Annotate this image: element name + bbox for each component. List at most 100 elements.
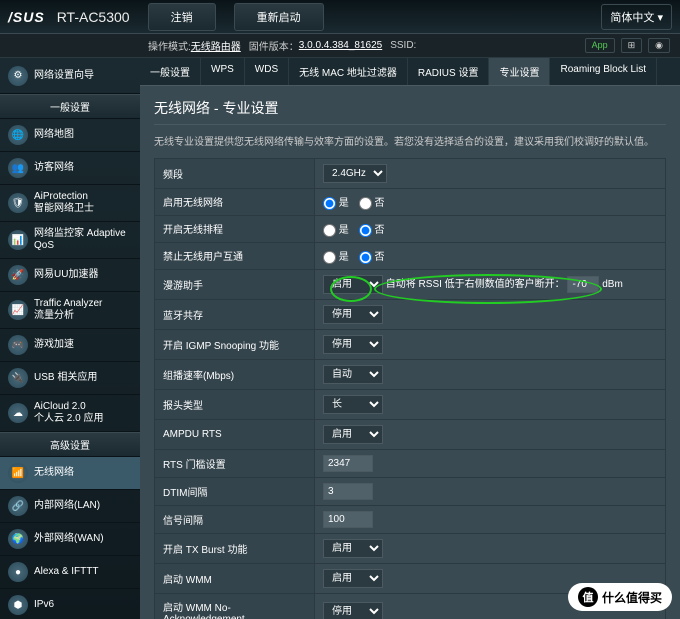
brand-logo: /SUS xyxy=(8,9,45,25)
row-label: 启动 WMM No-Acknowledgement xyxy=(155,593,315,619)
nav-label: AiProtection智能网络卫士 xyxy=(34,191,94,215)
nav-item[interactable]: ●Alexa & IFTTT xyxy=(0,556,140,589)
select-频段[interactable]: 2.4GHz xyxy=(323,164,387,183)
select-报头类型[interactable]: 长 xyxy=(323,395,383,414)
section-advanced: 高级设置 xyxy=(0,432,140,457)
reboot-button[interactable]: 重新启动 xyxy=(234,3,324,31)
wizard-item[interactable]: ⚙ 网络设置向导 xyxy=(0,58,140,94)
row-label: 蓝牙共存 xyxy=(155,299,315,329)
row-label: 启动 WMM xyxy=(155,563,315,593)
info-bar: 操作模式: 无线路由器 固件版本： 3.0.0.4.384_81625 SSID… xyxy=(0,34,680,58)
logout-button[interactable]: 注销 xyxy=(148,3,216,31)
nav-icon: 🚀 xyxy=(8,265,28,285)
watermark: 值 什么值得买 xyxy=(568,583,672,611)
nav-item[interactable]: 🌍 外部网络(WAN) xyxy=(0,523,140,556)
nav-icon: 🔗 xyxy=(8,496,28,516)
nav-item[interactable]: 🚀网易UU加速器 xyxy=(0,259,140,292)
input-RTS 门槛设置[interactable] xyxy=(323,455,373,472)
panel-title: 无线网络 - 专业设置 xyxy=(154,98,666,125)
row-value: 是 否 xyxy=(315,189,666,216)
select-启动 WMM[interactable]: 启用 xyxy=(323,569,383,588)
tab[interactable]: WDS xyxy=(245,58,289,85)
tab[interactable]: 专业设置 xyxy=(489,58,550,85)
nav-item[interactable]: 🎮 游戏加速 xyxy=(0,329,140,362)
select-启动 WMM No-Acknowledgement[interactable]: 停用 xyxy=(323,602,383,619)
roam-unit: dBm xyxy=(602,279,623,290)
row-label: 开启 TX Burst 功能 xyxy=(155,533,315,563)
nav-item[interactable]: 📈Traffic Analyzer流量分析 xyxy=(0,292,140,329)
radio-开启无线排程[interactable] xyxy=(359,224,372,237)
input-信号间隔[interactable] xyxy=(323,511,373,528)
sidebar: ⚙ 网络设置向导 一般设置 🌐 网络地图 👥访客网络🛡AiProtection智能网… xyxy=(0,58,140,619)
row-value: 启用 自动将 RSSI 低于右侧数值的客户断开： dBm xyxy=(315,269,666,299)
row-value: 停用 xyxy=(315,329,666,359)
nav-label: 网络地图 xyxy=(34,129,74,141)
nav-icon: 👥 xyxy=(8,158,28,178)
nav-item[interactable]: ☁AiCloud 2.0个人云 2.0 应用 xyxy=(0,395,140,432)
settings-table: 频段2.4GHz启用无线网络 是 否开启无线排程 是 否禁止无线用户互通 是 否… xyxy=(154,158,666,619)
row-label: 禁止无线用户互通 xyxy=(155,242,315,269)
panel-desc: 无线专业设置提供您无线网络传输与效率方面的设置。若您没有选择适合的设置，建议采用… xyxy=(154,133,666,148)
row-value: 长 xyxy=(315,389,666,419)
tab[interactable]: 一般设置 xyxy=(140,58,201,85)
wizard-label: 网络设置向导 xyxy=(34,70,94,82)
nav-label: 游戏加速 xyxy=(34,339,74,351)
nav-item[interactable]: 📊网络监控家 AdaptiveQoS xyxy=(0,222,140,259)
section-general: 一般设置 xyxy=(0,94,140,119)
tab[interactable]: 无线 MAC 地址过滤器 xyxy=(289,58,408,85)
roam-input[interactable] xyxy=(567,276,599,293)
nav-item[interactable]: 🌐 网络地图 xyxy=(0,119,140,152)
nav-icon: 🔌 xyxy=(8,368,28,388)
row-value: 停用 xyxy=(315,299,666,329)
row-label: 开启无线排程 xyxy=(155,215,315,242)
tab[interactable]: RADIUS 设置 xyxy=(408,58,490,85)
select-蓝牙共存[interactable]: 停用 xyxy=(323,305,383,324)
row-value: 是 否 xyxy=(315,215,666,242)
nav-icon: 📈 xyxy=(8,300,28,320)
select-AMPDU RTS[interactable]: 启用 xyxy=(323,425,383,444)
roam-select[interactable]: 启用 xyxy=(323,275,383,294)
row-label: DTIM间隔 xyxy=(155,477,315,505)
nav-label: 外部网络(WAN) xyxy=(34,533,104,545)
fw-link[interactable]: 3.0.0.4.384_81625 xyxy=(299,40,382,51)
status-badge-1[interactable]: ⊞ xyxy=(621,38,643,53)
nav-icon: 📶 xyxy=(8,463,28,483)
tab[interactable]: WPS xyxy=(201,58,245,85)
radio-开启无线排程[interactable] xyxy=(323,224,336,237)
input-DTIM间隔[interactable] xyxy=(323,483,373,500)
select-开启 IGMP Snooping 功能[interactable]: 停用 xyxy=(323,335,383,354)
row-label: 漫游助手 xyxy=(155,269,315,299)
radio-启用无线网络[interactable] xyxy=(359,197,372,210)
nav-label: Alexa & IFTTT xyxy=(34,566,98,578)
radio-禁止无线用户互通[interactable] xyxy=(359,251,372,264)
radio-禁止无线用户互通[interactable] xyxy=(323,251,336,264)
row-value: 自动 xyxy=(315,359,666,389)
app-badge[interactable]: App xyxy=(585,38,615,53)
language-select[interactable]: 简体中文 ▾ xyxy=(601,4,672,30)
nav-item[interactable]: 🔌 USB 相关应用 xyxy=(0,362,140,395)
nav-icon: 🌐 xyxy=(8,125,28,145)
nav-item[interactable]: ⬢IPv6 xyxy=(0,589,140,619)
select-组播速率(Mbps)[interactable]: 自动 xyxy=(323,365,383,384)
row-value xyxy=(315,477,666,505)
row-label: 开启 IGMP Snooping 功能 xyxy=(155,329,315,359)
row-label: 信号间隔 xyxy=(155,505,315,533)
mode-link[interactable]: 无线路由器 xyxy=(191,38,241,53)
nav-item[interactable]: 👥访客网络 xyxy=(0,152,140,185)
select-开启 TX Burst 功能[interactable]: 启用 xyxy=(323,539,383,558)
radio-启用无线网络[interactable] xyxy=(323,197,336,210)
nav-icon: 🎮 xyxy=(8,335,28,355)
ssid-label: SSID: xyxy=(390,40,416,51)
wizard-icon: ⚙ xyxy=(8,66,28,86)
nav-item[interactable]: 🔗内部网络(LAN) xyxy=(0,490,140,523)
row-label: AMPDU RTS xyxy=(155,419,315,449)
nav-label: USB 相关应用 xyxy=(34,372,97,384)
nav-item[interactable]: 📶无线网络 xyxy=(0,457,140,490)
nav-item[interactable]: 🛡AiProtection智能网络卫士 xyxy=(0,185,140,222)
content-area: 一般设置WPSWDS无线 MAC 地址过滤器RADIUS 设置专业设置Roami… xyxy=(140,58,680,619)
status-badge-2[interactable]: ◉ xyxy=(648,38,670,53)
model-name: RT-AC5300 xyxy=(57,9,130,25)
nav-icon: 📊 xyxy=(8,230,28,250)
tab[interactable]: Roaming Block List xyxy=(550,58,657,85)
nav-icon: 🌍 xyxy=(8,529,28,549)
